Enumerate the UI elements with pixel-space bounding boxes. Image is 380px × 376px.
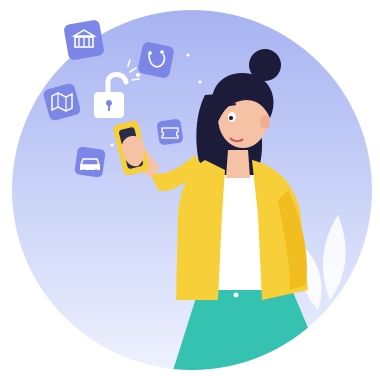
car-icon [74,146,106,178]
neck [226,150,250,178]
ticket-icon [157,119,183,145]
illustration-canvas [12,10,372,370]
bank-icon [64,20,104,60]
illustration [0,0,380,376]
pet-care-icon [138,42,174,78]
